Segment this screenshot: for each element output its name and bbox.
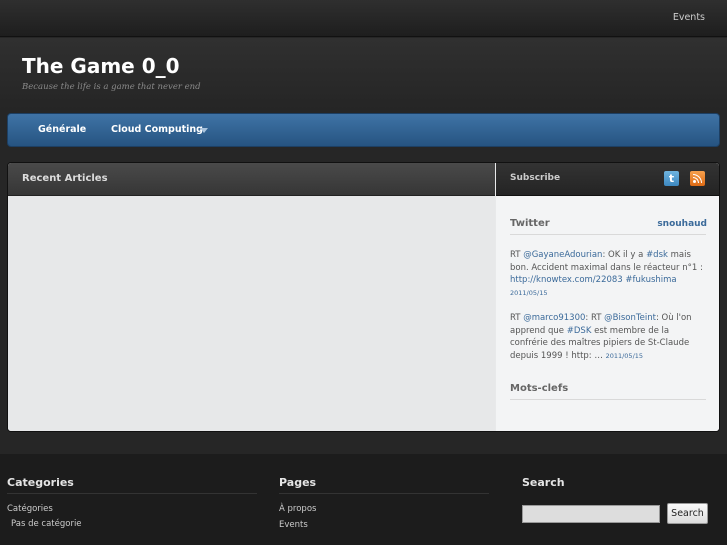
rss-icon[interactable] [690,171,705,186]
footer-pages-title: Pages [279,476,317,489]
top-bar: Events [0,0,727,37]
divider [279,493,489,494]
footer-page-link-apropos[interactable]: À propos [279,504,316,514]
site-tagline: Because the life is a game that never en… [22,82,201,92]
nav-item-generale[interactable]: Générale [38,124,86,135]
content-box: Recent Articles Subscribe t Twitter snou… [7,162,720,432]
hashtag-link[interactable]: #dsk [646,250,668,260]
search-button[interactable]: Search [667,503,708,524]
subscribe-bar: Subscribe t [496,163,719,196]
mention-link[interactable]: @BisonTeint [604,313,656,323]
sidebar: Subscribe t Twitter snouhaud RT @GayaneA… [496,163,719,431]
recent-articles-area [8,196,495,431]
hashtag-link[interactable]: #DSK [567,326,592,336]
main-nav: Générale Cloud Computing [7,113,720,147]
divider [510,399,706,400]
footer: Categories Catégories Pas de catégorie P… [0,454,727,545]
twitter-icon[interactable]: t [664,171,679,186]
chevron-down-icon[interactable] [200,128,208,133]
footer-category-link[interactable]: Catégories [7,504,53,514]
subscribe-label: Subscribe [510,173,561,183]
twitter-widget-title: Twitter [510,218,550,229]
site-header: The Game 0_0 Because the life is a game … [0,38,727,110]
mention-link[interactable]: @marco91300 [523,313,585,323]
top-events-link[interactable]: Events [673,12,705,23]
search-input[interactable] [522,505,660,523]
tweet-date[interactable]: 2011/05/15 [606,352,643,360]
tweet-date[interactable]: 2011/05/15 [510,289,547,297]
tweet-url-link[interactable]: http://knowtex.com/22083 [510,275,623,285]
hashtag-link[interactable]: #fukushima [625,275,676,285]
nav-item-cloud-computing[interactable]: Cloud Computing [111,124,203,135]
recent-articles-header: Recent Articles [8,163,495,196]
footer-categories-title: Categories [7,476,74,489]
site-title[interactable]: The Game 0_0 [22,54,180,78]
footer-category-link[interactable]: Pas de catégorie [11,519,82,529]
divider [510,234,706,235]
mention-link[interactable]: @GayaneAdourian [523,250,602,260]
footer-search-title: Search [522,476,565,489]
recent-articles-title: Recent Articles [22,173,108,184]
tweet-item: RT @GayaneAdourian: OK il y a #dsk mais … [510,250,703,297]
tags-widget-title: Mots-clefs [510,383,569,394]
twitter-user-link[interactable]: snouhaud [657,219,707,229]
divider [7,493,257,494]
footer-page-link-events[interactable]: Events [279,520,308,530]
tweet-item: RT @marco91300: RT @BisonTeint: Où l'on … [510,313,692,361]
